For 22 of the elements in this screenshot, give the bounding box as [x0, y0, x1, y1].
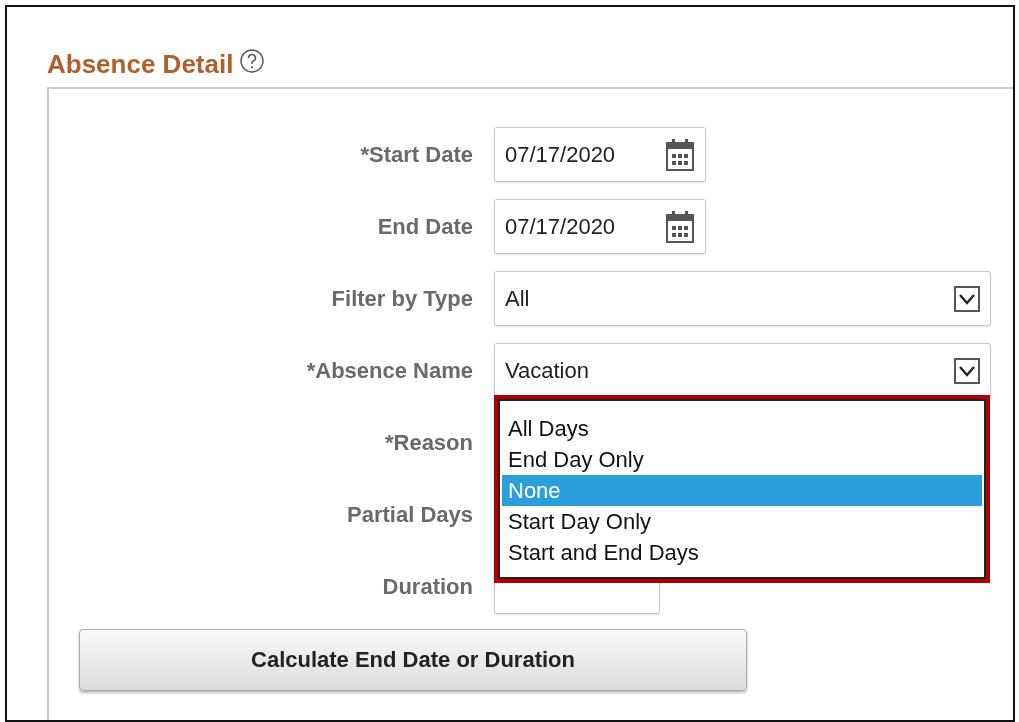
field-label: *Absence Name	[305, 358, 473, 384]
dropdown-option[interactable]: Start and End Days	[502, 537, 982, 568]
section-title: Absence Detail	[47, 48, 234, 80]
field-label: End Date	[376, 214, 473, 240]
field-label: *Reason	[383, 430, 473, 456]
calendar-icon[interactable]	[665, 137, 695, 172]
select-field[interactable]: Vacation	[494, 343, 991, 398]
caret-icon[interactable]	[954, 285, 980, 312]
dropdown-option[interactable]: End Day Only	[502, 444, 982, 475]
caret-icon[interactable]	[954, 357, 980, 384]
field-label: *Start Date	[359, 142, 473, 168]
field-label: Duration	[381, 574, 473, 600]
help-icon[interactable]	[239, 48, 266, 74]
dropdown-option[interactable]: All Days	[502, 413, 982, 444]
date-field[interactable]: 07/17/2020	[494, 199, 706, 254]
select-field[interactable]: All	[494, 271, 991, 326]
field-label: Filter by Type	[330, 286, 473, 312]
calculate-button[interactable]: Calculate End Date or Duration	[79, 629, 747, 691]
dropdown-option[interactable]: Start Day Only	[502, 506, 982, 537]
calendar-icon[interactable]	[665, 209, 695, 244]
date-field[interactable]: 07/17/2020	[494, 127, 706, 182]
field-label: Partial Days	[346, 502, 473, 528]
